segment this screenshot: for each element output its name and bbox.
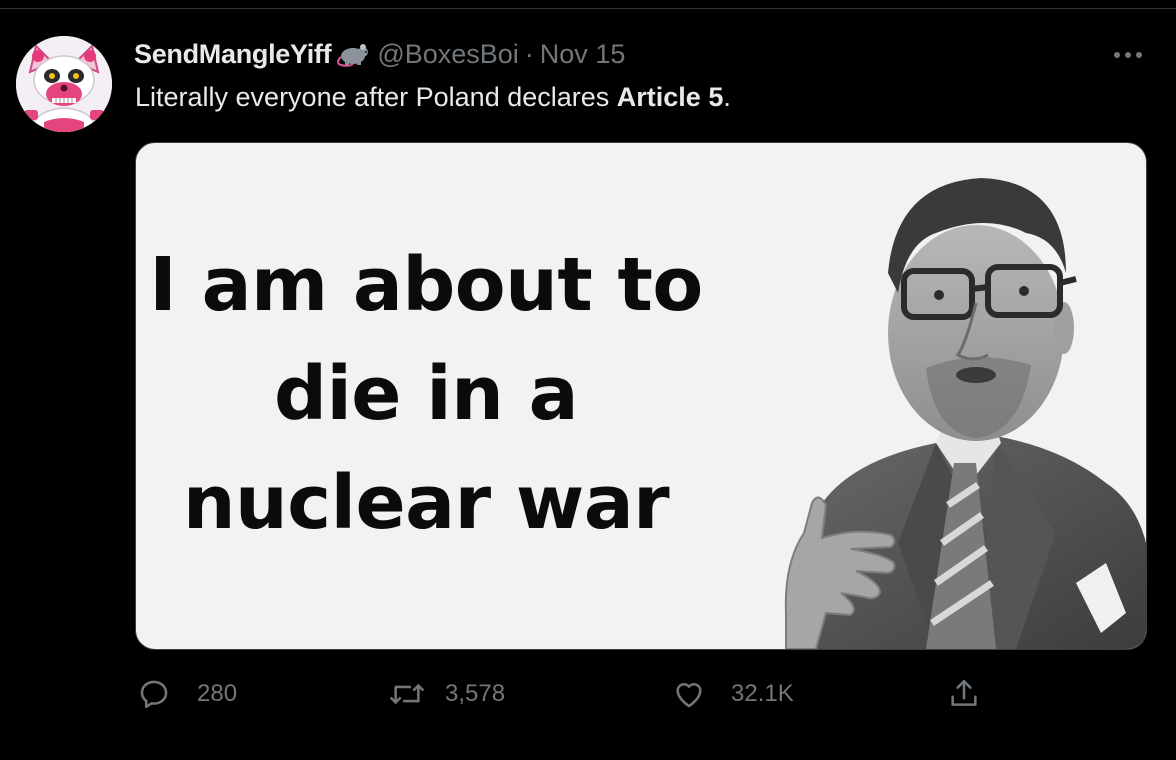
rat-icon xyxy=(333,39,373,69)
more-horizontal-icon xyxy=(1114,52,1142,58)
caption-line: I am about to xyxy=(149,242,703,328)
separator-dot: · xyxy=(524,38,534,69)
tweet-text-bold: Article 5 xyxy=(616,82,724,112)
man-in-suit-photo xyxy=(784,178,1146,649)
retweet-count: 3,578 xyxy=(445,680,506,707)
tweet-text-suffix: . xyxy=(723,82,731,112)
retweet-icon xyxy=(390,684,424,704)
like-count: 32.1K xyxy=(731,680,794,707)
reply-icon xyxy=(140,680,168,709)
tweet-text: Literally everyone after Poland declares… xyxy=(135,82,731,113)
tweet-text-prefix: Literally everyone after Poland declares xyxy=(135,82,617,112)
caption-line: die in a xyxy=(273,351,579,437)
like-button[interactable]: 32.1K xyxy=(671,672,794,716)
retweet-button[interactable]: 3,578 xyxy=(387,672,505,716)
tweet-header: SendMangleYiff @BoxesBoi · Nov 15 xyxy=(134,38,625,70)
reply-button[interactable]: 280 xyxy=(137,672,237,716)
heart-icon xyxy=(676,682,702,708)
share-icon xyxy=(951,679,977,706)
user-handle[interactable]: @BoxesBoi xyxy=(377,39,518,70)
meme-caption: I am about to die in a nuclear war xyxy=(136,231,716,558)
caption-line: nuclear war xyxy=(182,460,670,546)
more-options-button[interactable] xyxy=(1108,40,1148,70)
avatar[interactable] xyxy=(16,36,112,132)
funtime-foxy-avatar-icon xyxy=(16,36,112,132)
reply-count: 280 xyxy=(197,680,238,707)
share-button[interactable] xyxy=(947,672,981,716)
tweet[interactable]: SendMangleYiff @BoxesBoi · Nov 15 Litera… xyxy=(0,0,1176,760)
display-name[interactable]: SendMangleYiff xyxy=(134,39,332,70)
tweet-date[interactable]: Nov 15 xyxy=(540,39,626,70)
tweet-media-image[interactable]: I am about to die in a nuclear war xyxy=(135,142,1147,650)
tweet-actions: 280 3,578 32.1K xyxy=(135,672,1015,716)
